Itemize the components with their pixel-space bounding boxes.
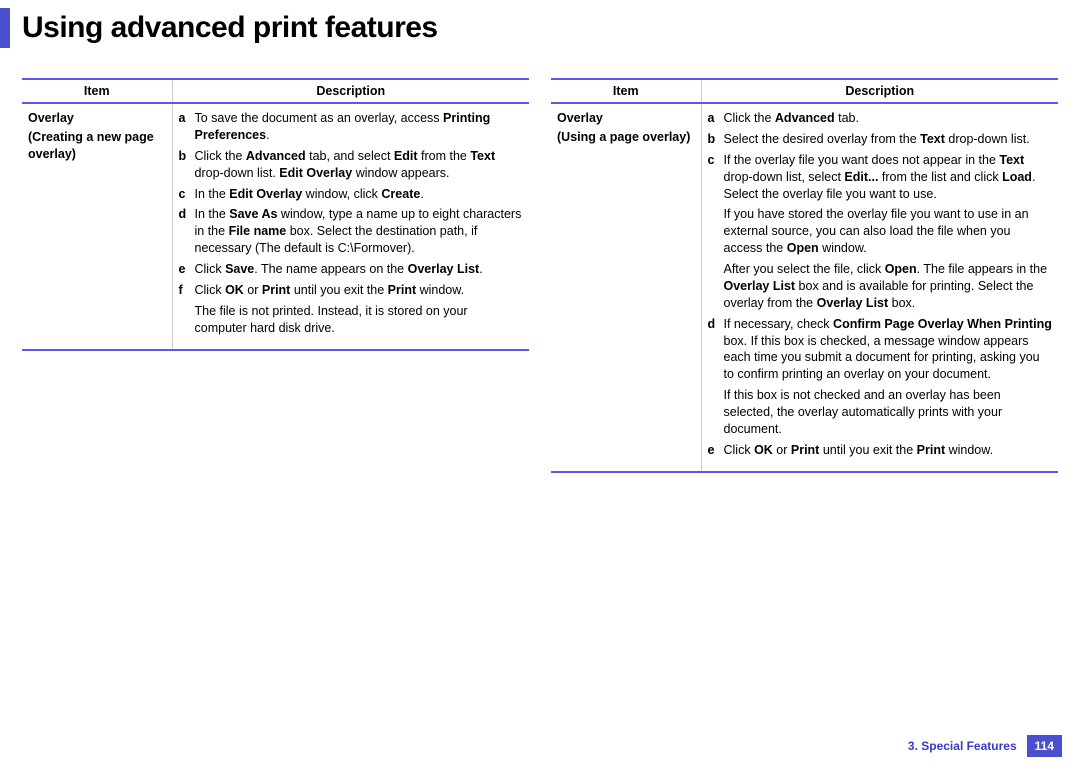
step-letter: e: [179, 261, 195, 278]
step-body: Click OK or Print until you exit the Pri…: [724, 442, 1053, 459]
step-body: To save the document as an overlay, acce…: [195, 110, 524, 144]
item-subtitle: (Using a page overlay): [557, 129, 695, 146]
step: bClick the Advanced tab, and select Edit…: [179, 148, 524, 182]
step-body: Click Save. The name appears on the Over…: [195, 261, 524, 278]
step-text: Click the Advanced tab.: [724, 110, 1053, 127]
step: cIf the overlay file you want does not a…: [708, 152, 1053, 312]
step-text: The file is not printed. Instead, it is …: [195, 303, 524, 337]
step-text: If the overlay file you want does not ap…: [724, 152, 1053, 203]
step-text: In the Save As window, type a name up to…: [195, 206, 524, 257]
table-row: Overlay (Creating a new page overlay) aT…: [22, 103, 529, 350]
step-text: Click the Advanced tab, and select Edit …: [195, 148, 524, 182]
hdr-desc: Description: [701, 79, 1058, 103]
step-text: If necessary, check Confirm Page Overlay…: [724, 316, 1053, 384]
hdr-desc: Description: [172, 79, 529, 103]
steps-left: aTo save the document as an overlay, acc…: [179, 110, 524, 337]
step-body: If the overlay file you want does not ap…: [724, 152, 1053, 312]
step: dIn the Save As window, type a name up t…: [179, 206, 524, 257]
step-letter: d: [708, 316, 724, 438]
step-body: Select the desired overlay from the Text…: [724, 131, 1053, 148]
step-text: Click Save. The name appears on the Over…: [195, 261, 524, 278]
left-table: Item Description Overlay (Creating a new…: [22, 78, 529, 351]
item-cell: Overlay (Using a page overlay): [551, 103, 701, 472]
step-text: To save the document as an overlay, acce…: [195, 110, 524, 144]
step-body: In the Save As window, type a name up to…: [195, 206, 524, 257]
page-footer: 3. Special Features 114: [908, 735, 1062, 757]
step: eClick OK or Print until you exit the Pr…: [708, 442, 1053, 459]
desc-cell: aTo save the document as an overlay, acc…: [172, 103, 529, 350]
step-body: If necessary, check Confirm Page Overlay…: [724, 316, 1053, 438]
step: eClick Save. The name appears on the Ove…: [179, 261, 524, 278]
hdr-item: Item: [551, 79, 701, 103]
step: cIn the Edit Overlay window, click Creat…: [179, 186, 524, 203]
step-letter: a: [179, 110, 195, 144]
item-title: Overlay: [28, 111, 74, 125]
right-column: Item Description Overlay (Using a page o…: [551, 78, 1058, 473]
left-column: Item Description Overlay (Creating a new…: [22, 78, 529, 473]
step-letter: e: [708, 442, 724, 459]
step-letter: c: [708, 152, 724, 312]
step-body: Click OK or Print until you exit the Pri…: [195, 282, 524, 337]
step-letter: d: [179, 206, 195, 257]
desc-cell: aClick the Advanced tab.bSelect the desi…: [701, 103, 1058, 472]
step: dIf necessary, check Confirm Page Overla…: [708, 316, 1053, 438]
title-accent-bar: [0, 8, 10, 48]
footer-page-number: 114: [1027, 735, 1062, 757]
step-letter: c: [179, 186, 195, 203]
page-title: Using advanced print features: [22, 8, 438, 48]
step-text: Select the desired overlay from the Text…: [724, 131, 1053, 148]
step-letter: b: [708, 131, 724, 148]
step: aClick the Advanced tab.: [708, 110, 1053, 127]
footer-section: 3. Special Features: [908, 739, 1017, 753]
step-text: Click OK or Print until you exit the Pri…: [195, 282, 524, 299]
step-text: Click OK or Print until you exit the Pri…: [724, 442, 1053, 459]
right-table: Item Description Overlay (Using a page o…: [551, 78, 1058, 473]
step: fClick OK or Print until you exit the Pr…: [179, 282, 524, 337]
step-text: In the Edit Overlay window, click Create…: [195, 186, 524, 203]
step-body: Click the Advanced tab.: [724, 110, 1053, 127]
table-row: Overlay (Using a page overlay) aClick th…: [551, 103, 1058, 472]
step: bSelect the desired overlay from the Tex…: [708, 131, 1053, 148]
step-text: If you have stored the overlay file you …: [724, 206, 1053, 257]
hdr-item: Item: [22, 79, 172, 103]
step-letter: b: [179, 148, 195, 182]
item-subtitle: (Creating a new page overlay): [28, 129, 166, 163]
step-body: In the Edit Overlay window, click Create…: [195, 186, 524, 203]
step-text: If this box is not checked and an overla…: [724, 387, 1053, 438]
item-cell: Overlay (Creating a new page overlay): [22, 103, 172, 350]
step-letter: a: [708, 110, 724, 127]
step: aTo save the document as an overlay, acc…: [179, 110, 524, 144]
step-text: After you select the file, click Open. T…: [724, 261, 1053, 312]
steps-right: aClick the Advanced tab.bSelect the desi…: [708, 110, 1053, 459]
step-body: Click the Advanced tab, and select Edit …: [195, 148, 524, 182]
step-letter: f: [179, 282, 195, 337]
item-title: Overlay: [557, 111, 603, 125]
